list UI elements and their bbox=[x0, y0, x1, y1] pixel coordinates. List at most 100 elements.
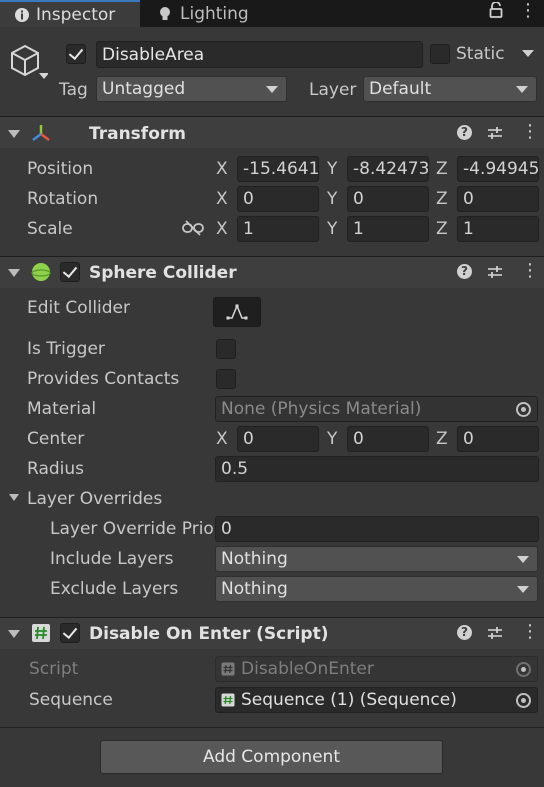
tag-label: Tag bbox=[59, 80, 88, 100]
layer-overrides-label[interactable]: Layer Overrides bbox=[27, 489, 162, 509]
info-icon bbox=[15, 7, 29, 22]
sequence-label: Sequence bbox=[29, 690, 113, 710]
center-x-field[interactable]: 0 bbox=[237, 426, 319, 452]
rotation-z-label[interactable]: Z bbox=[436, 189, 448, 209]
exclude-layers-dropdown[interactable]: Nothing bbox=[215, 576, 538, 602]
layer-override-priority-label: Layer Override Prio bbox=[50, 519, 213, 539]
script-enabled-checkbox[interactable] bbox=[60, 623, 80, 643]
chevron-down-icon bbox=[266, 86, 278, 93]
presets-sliders-icon[interactable] bbox=[487, 625, 503, 641]
center-z-label[interactable]: Z bbox=[436, 429, 448, 449]
presets-sliders-icon[interactable] bbox=[487, 125, 503, 141]
object-picker-icon[interactable] bbox=[516, 402, 531, 417]
rotation-y-field[interactable]: 0 bbox=[347, 186, 429, 212]
provides-contacts-label: Provides Contacts bbox=[27, 369, 180, 389]
static-label: Static bbox=[456, 44, 505, 64]
add-component-button[interactable]: Add Component bbox=[100, 740, 443, 774]
center-x-label[interactable]: X bbox=[216, 429, 228, 449]
script-field: DisableOnEnter bbox=[215, 656, 538, 682]
script-component-title: Disable On Enter (Script) bbox=[89, 624, 329, 644]
foldout-arrow-icon[interactable] bbox=[8, 130, 20, 138]
scale-y-label[interactable]: Y bbox=[327, 219, 337, 239]
tab-lighting[interactable]: Lighting bbox=[150, 0, 249, 27]
object-name-field[interactable]: DisableArea bbox=[96, 41, 423, 68]
sequence-value: Sequence (1) (Sequence) bbox=[241, 690, 457, 710]
sequence-field[interactable]: Sequence (1) (Sequence) bbox=[215, 687, 538, 713]
position-x-field[interactable]: -15.4641 bbox=[237, 156, 319, 182]
scale-y-field[interactable]: 1 bbox=[347, 216, 429, 242]
transform-axes-icon bbox=[32, 125, 50, 141]
component-menu-icon[interactable]: ⋮ bbox=[521, 260, 539, 281]
foldout-arrow-icon[interactable] bbox=[8, 269, 20, 277]
transform-title: Transform bbox=[89, 124, 186, 144]
scale-x-label[interactable]: X bbox=[216, 219, 228, 239]
gameobject-cube-icon[interactable] bbox=[8, 42, 48, 82]
foldout-arrow-icon[interactable] bbox=[8, 630, 20, 638]
chevron-down-icon bbox=[516, 86, 528, 93]
center-label: Center bbox=[27, 429, 85, 449]
layer-dropdown[interactable]: Default bbox=[363, 76, 537, 102]
layer-dropdown-value: Default bbox=[369, 79, 432, 99]
script-hash-icon bbox=[221, 662, 235, 676]
sphere-collider-icon bbox=[31, 263, 51, 281]
center-y-field[interactable]: 0 bbox=[347, 426, 429, 452]
script-hash-icon bbox=[32, 624, 50, 642]
scale-x-field[interactable]: 1 bbox=[237, 216, 319, 242]
component-menu-icon[interactable]: ⋮ bbox=[521, 121, 539, 142]
center-z-field[interactable]: 0 bbox=[457, 426, 539, 452]
material-value: None (Physics Material) bbox=[221, 399, 422, 419]
tag-dropdown[interactable]: Untagged bbox=[96, 76, 287, 102]
chevron-down-icon bbox=[517, 586, 529, 593]
position-z-field[interactable]: -4.94945 bbox=[457, 156, 539, 182]
provides-contacts-checkbox[interactable] bbox=[216, 369, 236, 389]
scale-z-label[interactable]: Z bbox=[436, 219, 448, 239]
radius-field[interactable]: 0.5 bbox=[215, 456, 539, 482]
tab-menu-icon[interactable]: ⋮ bbox=[519, 0, 537, 21]
object-picker-icon[interactable] bbox=[516, 693, 531, 708]
rotation-label: Rotation bbox=[27, 189, 99, 209]
exclude-layers-label: Exclude Layers bbox=[50, 579, 179, 599]
rotation-z-field[interactable]: 0 bbox=[457, 186, 539, 212]
help-icon[interactable]: ? bbox=[457, 264, 472, 279]
position-z-label[interactable]: Z bbox=[436, 159, 448, 179]
static-checkbox[interactable] bbox=[430, 44, 450, 64]
rotation-y-label[interactable]: Y bbox=[327, 189, 337, 209]
lock-icon[interactable] bbox=[489, 2, 503, 18]
static-dropdown-arrow[interactable] bbox=[522, 50, 534, 57]
position-x-label[interactable]: X bbox=[216, 159, 228, 179]
object-picker-icon bbox=[516, 662, 531, 677]
edit-collider-icon bbox=[226, 304, 248, 320]
presets-sliders-icon[interactable] bbox=[487, 264, 503, 280]
component-menu-icon[interactable]: ⋮ bbox=[521, 621, 539, 642]
components-end-divider bbox=[0, 727, 544, 728]
object-active-checkbox[interactable] bbox=[66, 44, 86, 64]
position-y-field[interactable]: -8.42473 bbox=[347, 156, 429, 182]
is-trigger-checkbox[interactable] bbox=[216, 339, 236, 359]
position-label: Position bbox=[27, 159, 94, 179]
sphere-collider-enabled-checkbox[interactable] bbox=[60, 262, 80, 282]
help-icon[interactable]: ? bbox=[457, 625, 472, 640]
edit-collider-button[interactable] bbox=[213, 297, 261, 327]
rotation-x-label[interactable]: X bbox=[216, 189, 228, 209]
edit-collider-label: Edit Collider bbox=[27, 298, 131, 318]
scale-z-field[interactable]: 1 bbox=[457, 216, 539, 242]
script-value: DisableOnEnter bbox=[241, 659, 374, 679]
layer-override-priority-field[interactable]: 0 bbox=[215, 516, 539, 542]
position-y-label[interactable]: Y bbox=[327, 159, 337, 179]
chevron-down-icon bbox=[517, 556, 529, 563]
help-icon[interactable]: ? bbox=[457, 125, 472, 140]
tab-lighting-label: Lighting bbox=[180, 3, 249, 24]
tab-inspector-label: Inspector bbox=[36, 4, 116, 25]
script-label: Script bbox=[29, 659, 79, 679]
sphere-collider-title: Sphere Collider bbox=[89, 263, 237, 283]
tab-inspector[interactable]: Inspector bbox=[0, 0, 140, 27]
layer-overrides-foldout-icon[interactable] bbox=[9, 494, 19, 501]
constrain-proportions-unlinked-icon[interactable] bbox=[182, 220, 204, 236]
is-trigger-label: Is Trigger bbox=[27, 339, 105, 359]
material-field[interactable]: None (Physics Material) bbox=[215, 396, 538, 422]
include-layers-dropdown[interactable]: Nothing bbox=[215, 546, 538, 572]
rotation-x-field[interactable]: 0 bbox=[237, 186, 319, 212]
script-hash-icon bbox=[221, 693, 235, 707]
lightbulb-icon bbox=[160, 6, 170, 20]
center-y-label[interactable]: Y bbox=[327, 429, 337, 449]
